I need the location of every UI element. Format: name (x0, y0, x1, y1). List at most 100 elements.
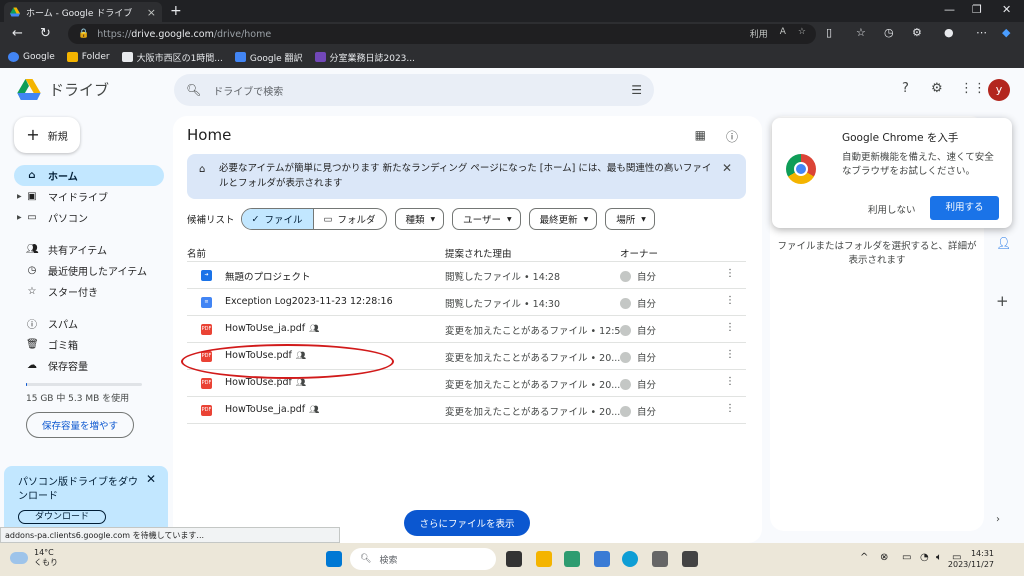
sidebar-item-my-drive[interactable]: ▶ ▣ マイドライブ (14, 186, 164, 207)
app-icon[interactable] (564, 551, 580, 567)
more-actions-icon[interactable]: ⋮ (725, 403, 735, 414)
tray-app-icon[interactable]: ⊗ (880, 552, 888, 563)
file-row[interactable]: PDF HowToUse_ja.pdf 👥︎ 変更を加えたことがあるファイル • 12… (187, 316, 746, 343)
new-tab-icon[interactable]: + (170, 2, 182, 20)
add-addon-icon[interactable]: + (996, 292, 1009, 310)
notepad-icon[interactable] (594, 551, 610, 567)
task-view-icon[interactable] (506, 551, 522, 567)
split-screen-icon[interactable]: ▯ (826, 26, 832, 39)
file-explorer-icon[interactable] (536, 551, 552, 567)
column-owner: オーナー (620, 249, 659, 260)
new-button[interactable]: + 新規 (14, 117, 80, 153)
bookmark-item[interactable]: Google (8, 52, 55, 62)
expand-panel-icon[interactable]: › (996, 514, 1000, 525)
address-bar[interactable]: 🔒 https://drive.google.com/drive/home 利用… (68, 24, 816, 44)
file-row[interactable]: PDF HowToUse_ja.pdf 👥︎ 変更を加えたことがあるファイル • 20… (187, 397, 746, 424)
bookmark-item[interactable]: Folder (66, 52, 110, 62)
extensions-icon[interactable]: ⚙ (912, 26, 922, 39)
copilot-icon[interactable]: ◆ (1002, 26, 1010, 39)
browser-tab[interactable]: ホーム - Google ドライブ × (4, 2, 162, 22)
filter-type-dropdown[interactable]: 種類 ▼ (394, 208, 445, 230)
promo-close-icon[interactable]: ✕ (146, 472, 156, 486)
app-icon[interactable] (652, 551, 668, 567)
contacts-icon[interactable]: 👤︎ (996, 236, 1011, 250)
more-actions-icon[interactable]: ⋮ (725, 268, 735, 279)
more-menu-icon[interactable]: ⋯ (976, 26, 987, 39)
search-icon: 🔍︎ (186, 83, 202, 97)
tab-close-icon[interactable]: × (147, 6, 156, 19)
sidebar-item-shared[interactable]: 👥︎ 共有アイテム (14, 239, 164, 260)
info-icon[interactable]: ⓘ (726, 128, 738, 145)
search-input[interactable]: 🔍︎ ドライブで検索 ☰ (174, 74, 654, 106)
sidebar-item-home[interactable]: ⌂ ホーム (14, 165, 164, 186)
banner-close-icon[interactable]: ✕ (722, 161, 732, 176)
profile-icon[interactable]: ● (944, 26, 954, 39)
account-avatar[interactable]: y (988, 79, 1010, 101)
expand-caret-icon[interactable]: ▶ (17, 214, 22, 221)
drive-page: ドライブ 🔍︎ ドライブで検索 ☰ ? ⚙ ⋮⋮ y + 新規 ⌂ ホーム ▶ ▣ マ… (0, 68, 1024, 543)
favorites-icon[interactable]: ☆ (856, 26, 866, 39)
column-name[interactable]: 名前 (187, 246, 206, 260)
owner-avatar-icon (620, 324, 631, 336)
home-icon: ⌂ (28, 170, 36, 181)
file-list: ➜ 無題のプロジェクト 閲覧したファイル • 14:28 自分 ⋮ ≡ Exception … (187, 262, 746, 424)
check-icon: ✓ (251, 213, 260, 225)
filter-people-dropdown[interactable]: ユーザー ▼ (452, 208, 521, 230)
start-button-icon[interactable] (326, 551, 342, 567)
maximize-icon[interactable]: ❐ (972, 3, 982, 16)
sidebar-item-recent[interactable]: ◷ 最近使用したアイテム (14, 260, 164, 281)
history-icon[interactable]: ◷ (884, 26, 894, 39)
network-icon[interactable]: ◔ (920, 552, 929, 563)
filter-modified-dropdown[interactable]: 最終更新 ▼ (528, 208, 598, 230)
tray-chevron-icon[interactable]: ^ (860, 552, 868, 563)
file-row[interactable]: ➜ 無題のプロジェクト 閲覧したファイル • 14:28 自分 ⋮ (187, 262, 746, 289)
files-toggle-button[interactable]: ✓ ファイル (241, 209, 314, 229)
volume-icon[interactable]: 🔈︎ (936, 552, 942, 563)
minimize-icon[interactable]: — (944, 3, 955, 16)
app-icon[interactable] (682, 551, 698, 567)
drive-logo[interactable]: ドライブ (17, 79, 109, 100)
taskbar-search[interactable]: 🔍︎ 検索 (350, 548, 496, 570)
search-options-icon[interactable]: ☰ (631, 83, 642, 97)
show-more-files-button[interactable]: さらにファイルを表示 (404, 510, 530, 536)
filter-chips: 候補リスト ✓ ファイル ▭ フォルダ 種類 ▼ ユーザー ▼ 最終更新 ▼ 場所 ▼ (187, 208, 663, 230)
bookmark-item[interactable]: Google 翻訳 (234, 51, 303, 64)
sidebar-item-spam[interactable]: ⓘ スパム (14, 313, 164, 334)
bookmark-item[interactable]: 大阪市西区の1時間... (121, 51, 223, 64)
filter-location-dropdown[interactable]: 場所 ▼ (605, 208, 655, 230)
use-chrome-button[interactable]: 利用する (930, 196, 999, 220)
bookmark-item[interactable]: 分室業務日誌2023... (314, 51, 415, 64)
more-actions-icon[interactable]: ⋮ (725, 349, 735, 360)
info-banner: ⌂ 必要なアイテムが簡単に見つかります 新たなランディング ページになった [ホ… (187, 154, 746, 199)
suggestion-reason: 変更を加えたことがあるファイル • 20... (445, 380, 621, 391)
expand-caret-icon[interactable]: ▶ (17, 193, 22, 200)
window-close-icon[interactable]: ✕ (1002, 3, 1011, 16)
download-button[interactable]: ダウンロード (18, 510, 106, 524)
apps-grid-icon[interactable]: ⋮⋮ (960, 81, 986, 96)
folders-toggle-button[interactable]: ▭ フォルダ (314, 209, 386, 229)
no-thanks-button[interactable]: 利用しない (868, 202, 916, 216)
more-actions-icon[interactable]: ⋮ (725, 322, 735, 333)
sidebar-item-computers[interactable]: ▶ ▭ パソコン (14, 207, 164, 228)
read-aloud-icon[interactable]: A (780, 27, 786, 40)
file-row[interactable]: ≡ Exception Log2023-11-23 12:28:16 閲覧したファイ… (187, 289, 746, 316)
reload-icon[interactable]: ↻ (40, 26, 51, 42)
back-icon[interactable]: ← (12, 26, 23, 42)
more-actions-icon[interactable]: ⋮ (725, 376, 735, 387)
sidebar-item-starred[interactable]: ☆ スター付き (14, 281, 164, 302)
translate-icon (234, 52, 246, 62)
more-actions-icon[interactable]: ⋮ (725, 295, 735, 306)
sidebar-item-storage[interactable]: ☁ 保存容量 (14, 355, 164, 376)
weather-widget[interactable]: 14°C くもり (10, 548, 58, 568)
clock[interactable]: 14:31 2023/11/27 (948, 548, 994, 570)
edge-icon[interactable] (622, 551, 638, 567)
tray-app-icon[interactable]: ▭ (902, 552, 911, 563)
sidebar-item-trash[interactable]: 🗑︎ ゴミ箱 (14, 334, 164, 355)
help-icon[interactable]: ? (902, 81, 909, 96)
reader-mode-label[interactable]: 利用 (750, 27, 768, 40)
grid-view-icon[interactable]: ▦ (695, 128, 706, 145)
owner-avatar-icon (620, 405, 631, 417)
buy-storage-button[interactable]: 保存容量を増やす (26, 412, 134, 438)
favorite-star-icon[interactable]: ☆ (798, 27, 806, 40)
settings-gear-icon[interactable]: ⚙ (931, 81, 943, 96)
